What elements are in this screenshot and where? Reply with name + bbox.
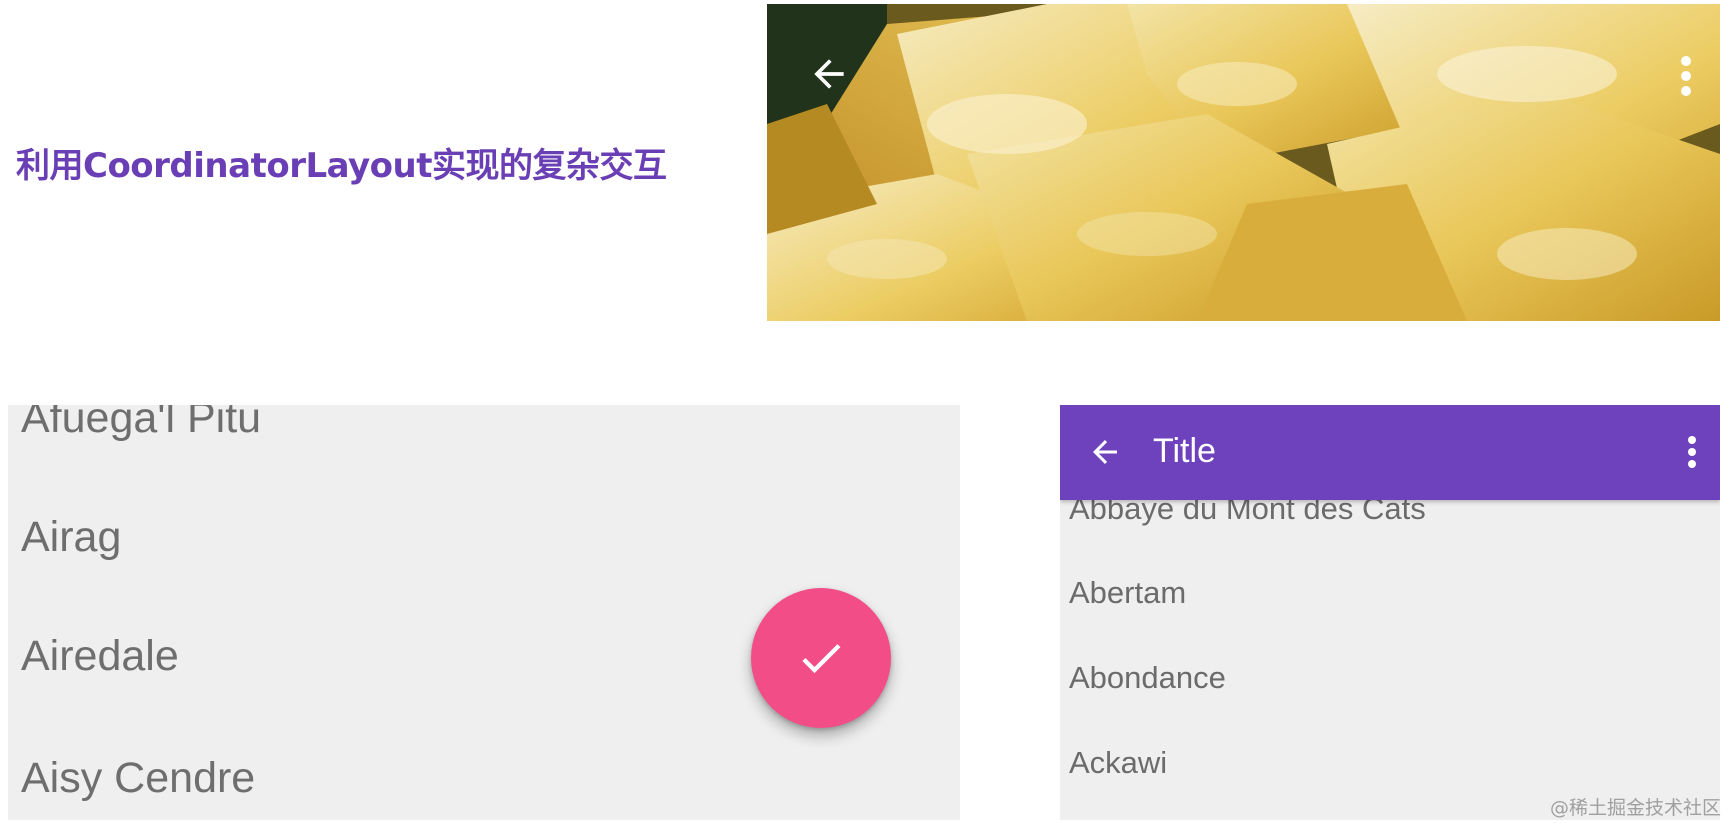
list-item[interactable]: Abertam — [1069, 575, 1186, 611]
page-heading: 利用CoordinatorLayout实现的复杂交互 — [16, 146, 667, 186]
floating-action-button[interactable] — [751, 588, 891, 728]
toolbar-list-panel: Abbaye du Mont des Cats Abertam Abondanc… — [1060, 405, 1720, 820]
arrow-back-icon — [814, 59, 844, 89]
arrow-back-icon — [1093, 440, 1117, 464]
cheese-cubes-photo — [767, 4, 1720, 321]
hero-more-button[interactable] — [1672, 50, 1700, 102]
list-item[interactable]: Airedale — [21, 632, 179, 681]
toolbar-back-button[interactable] — [1082, 429, 1128, 475]
more-vert-icon — [1688, 436, 1696, 468]
scroll-list-panel: Afuega'l Pitu Airag Airedale Aisy Cendre — [8, 405, 960, 820]
list-item[interactable]: Ackawi — [1069, 745, 1167, 781]
list-item[interactable]: Aisy Cendre — [21, 754, 255, 803]
toolbar-more-button[interactable] — [1680, 427, 1704, 477]
collapsing-toolbar-hero — [767, 4, 1720, 321]
list-item[interactable]: Airag — [21, 513, 121, 562]
hero-back-button[interactable] — [805, 50, 853, 98]
more-vert-icon — [1681, 56, 1691, 96]
app-toolbar: Title — [1060, 405, 1720, 500]
toolbar-title: Title — [1153, 432, 1216, 470]
list-item[interactable]: Abondance — [1069, 660, 1226, 696]
check-icon — [802, 644, 841, 674]
list-item[interactable]: Afuega'l Pitu — [21, 405, 261, 443]
watermark: @稀土掘金技术社区 — [1549, 797, 1721, 819]
